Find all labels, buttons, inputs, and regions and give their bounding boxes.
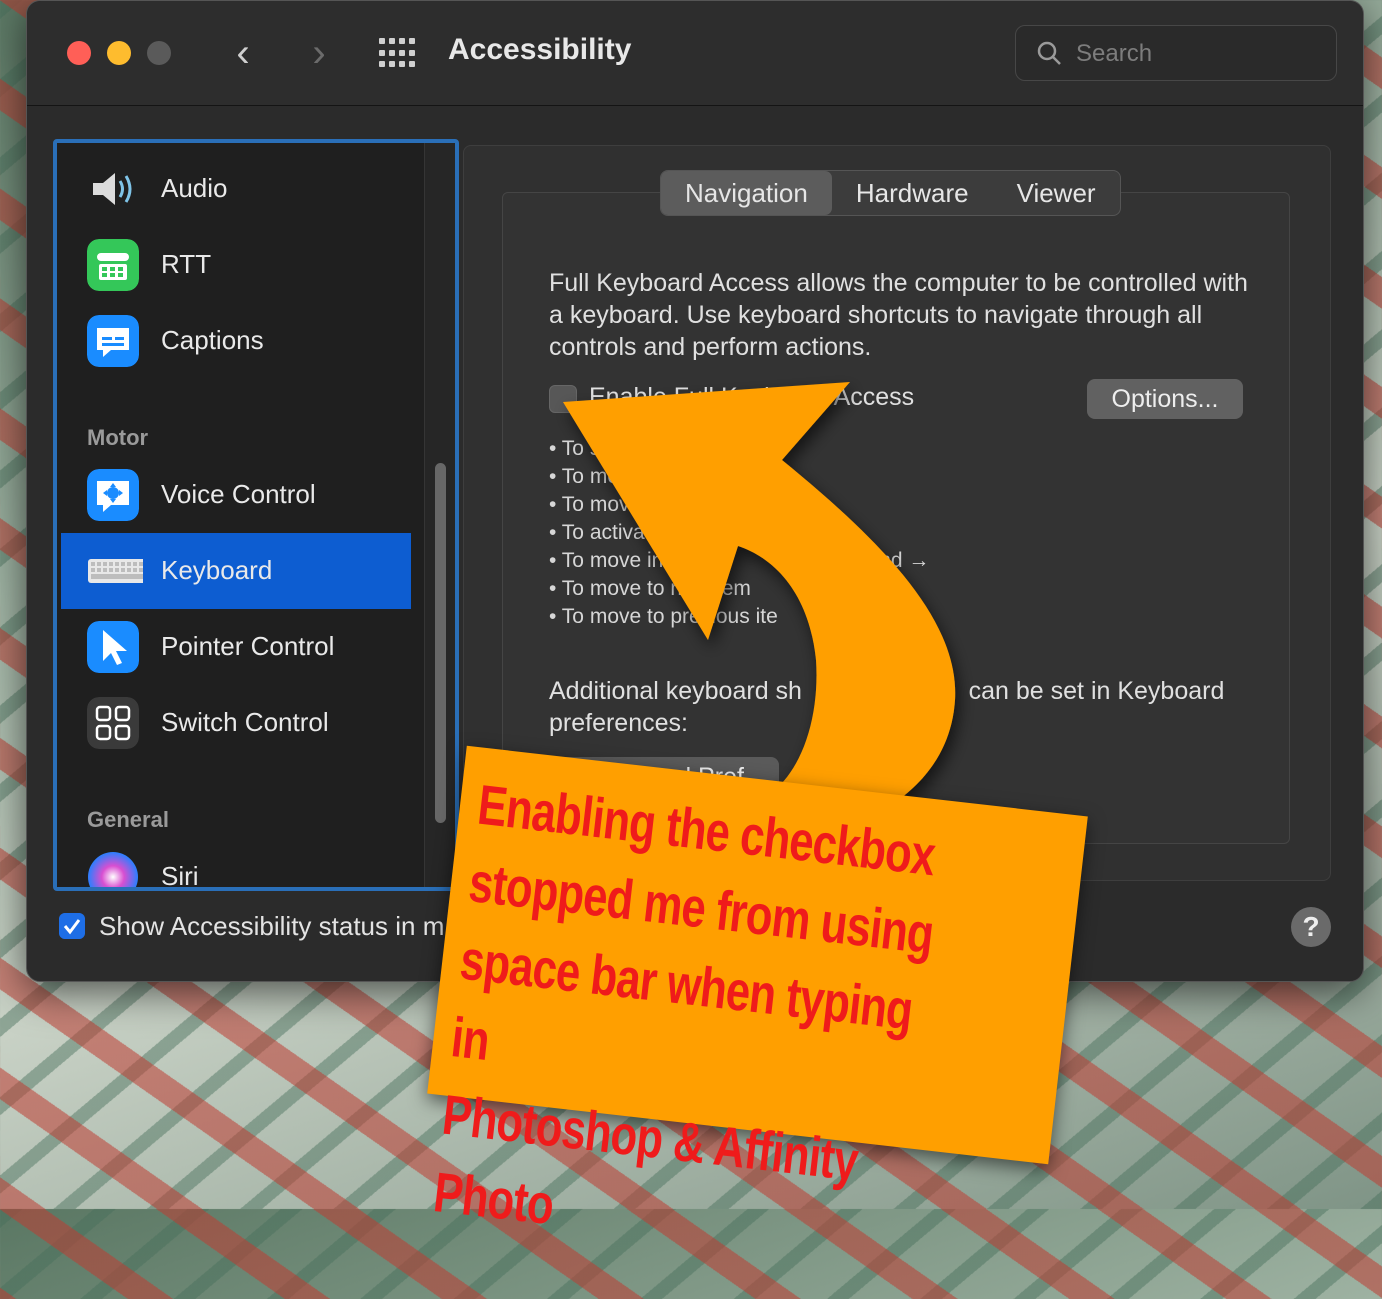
section-header-general: General (87, 807, 169, 832)
enable-full-keyboard-access-checkbox[interactable] (549, 385, 577, 413)
list-item: • To activat (549, 521, 651, 544)
tab-navigation[interactable]: Navigation (661, 171, 832, 215)
sidebar-item-label: Siri (161, 861, 199, 891)
search-icon (1037, 41, 1061, 65)
keyboard-icon (88, 559, 143, 583)
sidebar-scrollbar[interactable] (424, 143, 455, 887)
sidebar-item-keyboard[interactable]: Keyboard (61, 533, 411, 609)
tty-icon (87, 239, 139, 291)
annotation-note: Enabling the checkbox stopped me from us… (427, 745, 1088, 1236)
tab-viewer[interactable]: Viewer (993, 171, 1120, 215)
show-status-checkbox[interactable] (59, 913, 85, 939)
enable-full-keyboard-access-label: Enable Full Keyboard Access (589, 383, 915, 411)
switch-control-icon (87, 697, 139, 749)
annotation-text: Enabling the checkbox stopped me from us… (430, 772, 939, 1237)
sidebar-list[interactable]: Audio RTT Captions Motor Voice Control K… (53, 139, 459, 891)
tab-hardware[interactable]: Hardware (832, 171, 993, 215)
sidebar-item-label: Captions (161, 325, 264, 355)
sidebar-item-label: Audio (161, 173, 228, 203)
close-button[interactable] (67, 41, 91, 65)
list-item: • To move to n item (549, 577, 751, 600)
captions-icon (87, 315, 139, 367)
list-item: • To mo (549, 465, 619, 488)
options-button[interactable]: Options... (1087, 379, 1243, 419)
sidebar-item-rtt[interactable]: RTT (61, 227, 411, 303)
sidebar-item-label: RTT (161, 249, 212, 279)
title-bar: ‹ › Accessibility Search (27, 1, 1363, 106)
pointer-icon (87, 621, 139, 673)
sidebar-item-label: Voice Control (161, 479, 316, 509)
sidebar-item-voice-control[interactable]: Voice Control (61, 457, 411, 533)
sidebar-item-pointer-control[interactable]: Pointer Control (61, 609, 411, 685)
additional-shortcuts-text: Additional keyboard sh can be set in Key… (549, 677, 1232, 737)
list-item: • To move in and → (549, 549, 930, 572)
minimize-button[interactable] (107, 41, 131, 65)
speaker-icon (93, 173, 132, 205)
forward-button[interactable]: › (299, 31, 339, 75)
description-text: Full Keyboard Access allows the computer… (549, 269, 1248, 361)
sidebar-item-siri[interactable]: Siri (61, 839, 411, 891)
list-item: • To s (549, 437, 601, 460)
siri-icon (88, 852, 138, 887)
sidebar-item-audio[interactable]: Audio (61, 151, 411, 227)
sidebar-item-label: Keyboard (161, 555, 273, 585)
sidebar-item-label: Pointer Control (161, 631, 335, 661)
voice-control-icon (87, 469, 139, 521)
sidebar-item-label: Switch Control (161, 707, 329, 737)
search-field[interactable]: Search (1015, 25, 1337, 81)
sidebar-item-switch-control[interactable]: Switch Control (61, 685, 411, 761)
shortcut-list: • To s • To mo • To move • To activat • … (549, 435, 929, 631)
section-header-motor: Motor (87, 425, 149, 450)
list-item: • To move to previous ite (549, 605, 778, 628)
list-item: • To move (549, 493, 642, 516)
sidebar-item-captions[interactable]: Captions (61, 303, 411, 379)
zoom-button[interactable] (147, 41, 171, 65)
search-placeholder: Search (1076, 40, 1153, 67)
window-title: Accessibility (448, 33, 632, 66)
help-button[interactable]: ? (1291, 907, 1331, 947)
navigation-panel: Full Keyboard Access allows the computer… (502, 192, 1290, 844)
show-status-label: Show Accessibility status in m (99, 911, 445, 941)
back-button[interactable]: ‹ (223, 31, 263, 75)
tab-bar: Navigation Hardware Viewer (660, 170, 1121, 216)
scrollbar-thumb[interactable] (435, 463, 446, 823)
show-all-grid-icon[interactable] (379, 38, 417, 68)
